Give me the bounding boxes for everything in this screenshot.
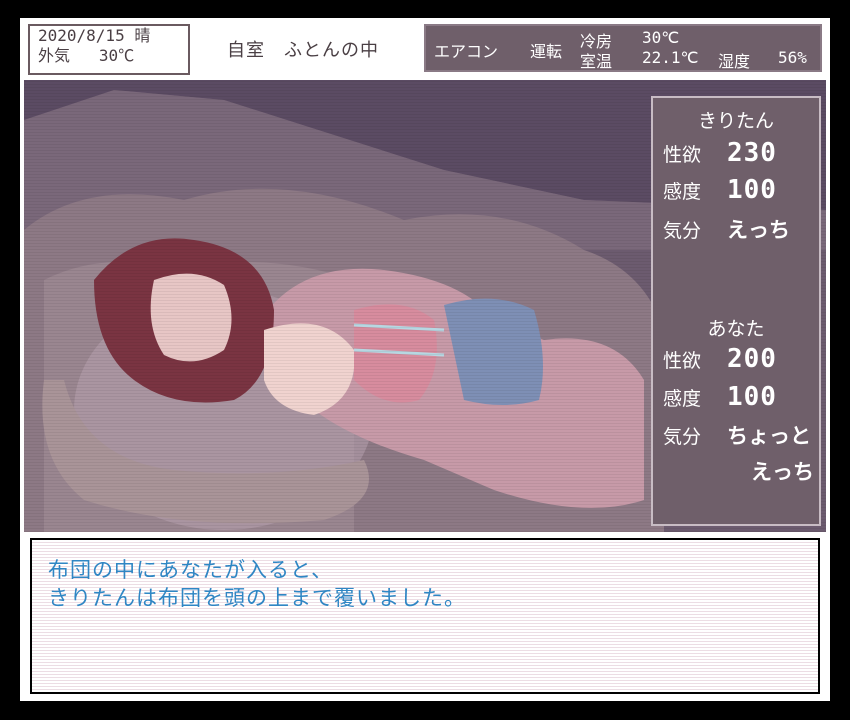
you-lust-value: 200 [727,344,777,374]
kiritan-sense-label: 感度 [663,181,702,203]
date-text: 2020/8/15 [38,26,125,45]
aircon-label: エアコン [434,42,499,61]
you-sense-label: 感度 [663,388,702,410]
outside-label: 外気 [38,46,71,65]
you-sense-value: 100 [727,382,777,412]
outside-temp: 30℃ [98,46,135,65]
datetime-panel: 2020/8/15 晴 外気 30℃ [28,24,190,75]
you-mood-label: 気分 [663,426,702,448]
weather-text: 晴 [134,26,151,45]
kiritan-mood-value: えっち [727,218,790,242]
kiritan-mood-label: 気分 [663,220,702,242]
kiritan-lust-label: 性欲 [663,144,702,166]
you-mood-value-line2: えっち [751,460,814,484]
location-label: 自室 ふとんの中 [227,40,379,61]
humidity-value: 56% [778,48,807,67]
status-panel: きりたん 性欲 230 感度 100 気分 えっち あなた 性欲 200 感度 100 気… [651,96,821,526]
you-name: あなた [707,318,765,340]
message-line-1: 布団の中にあなたが入ると、 [48,558,334,582]
room-temp-label: 室温 [580,52,613,71]
kiritan-lust-value: 230 [727,138,777,168]
kiritan-name: きりたん [697,110,774,132]
aircon-status: 運転 [530,42,563,61]
aircon-set-temp: 30℃ [642,28,680,47]
message-line-2: きりたんは布団を頭の上まで覆いました。 [48,586,466,610]
you-mood-value-line1: ちょっと [727,424,811,448]
aircon-panel: エアコン 運転 冷房 30℃ 室温 22.1℃ 湿度 56% [424,24,822,72]
kiritan-sense-value: 100 [727,175,777,205]
humidity-label: 湿度 [718,52,751,71]
room-temp: 22.1℃ [642,48,699,67]
you-lust-label: 性欲 [663,350,702,372]
message-window[interactable]: 布団の中にあなたが入ると、 きりたんは布団を頭の上まで覆いました。 [30,538,820,694]
